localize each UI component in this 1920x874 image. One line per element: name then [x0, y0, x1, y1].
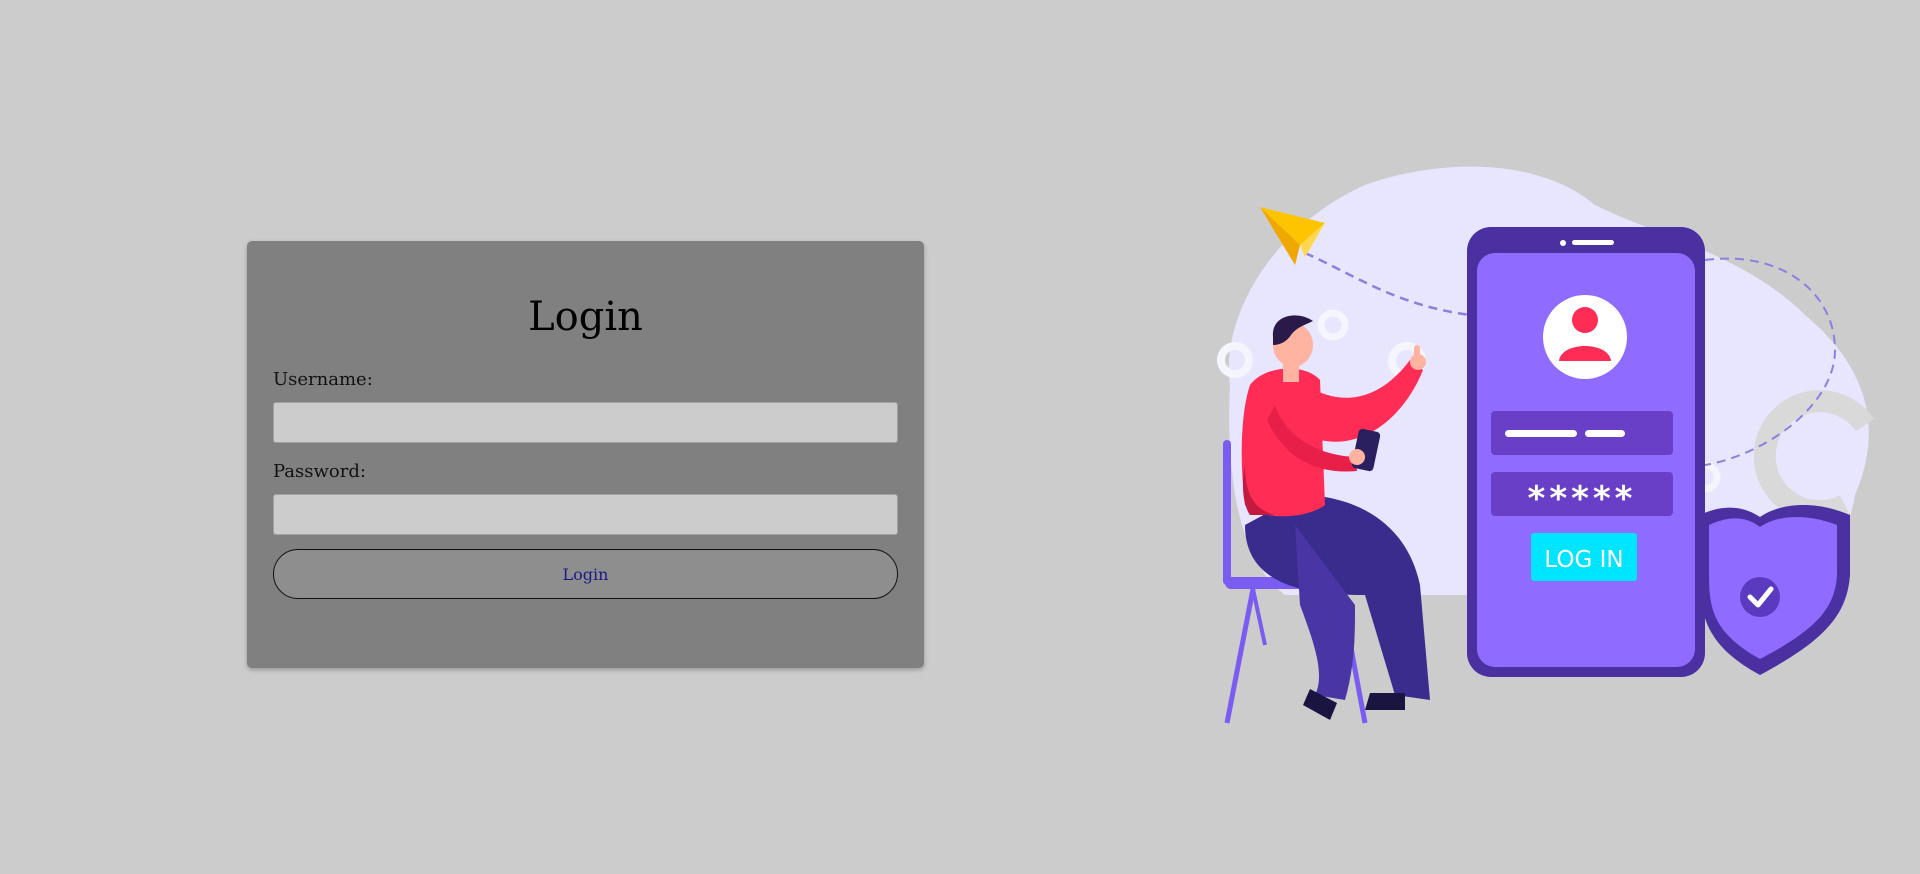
user-avatar-icon — [1543, 295, 1627, 379]
login-illustration: ***** LOG IN — [1205, 165, 1875, 730]
shield-check-icon — [1700, 505, 1850, 675]
login-illustration-svg: ***** LOG IN — [1217, 166, 1875, 724]
phone-login-label: LOG IN — [1544, 547, 1623, 573]
login-title: Login — [528, 294, 643, 340]
login-button[interactable]: Login — [273, 549, 898, 599]
login-card: Login Username: Password: Login — [247, 241, 924, 668]
username-label: Username: — [273, 369, 373, 390]
username-input[interactable] — [273, 402, 898, 443]
login-page: Login Username: Password: Login ***** LO… — [0, 0, 1920, 874]
password-label: Password: — [273, 461, 366, 482]
phone-password-mask: ***** — [1528, 479, 1637, 519]
password-input[interactable] — [273, 494, 898, 535]
phone-illustration: ***** LOG IN — [1467, 227, 1705, 677]
